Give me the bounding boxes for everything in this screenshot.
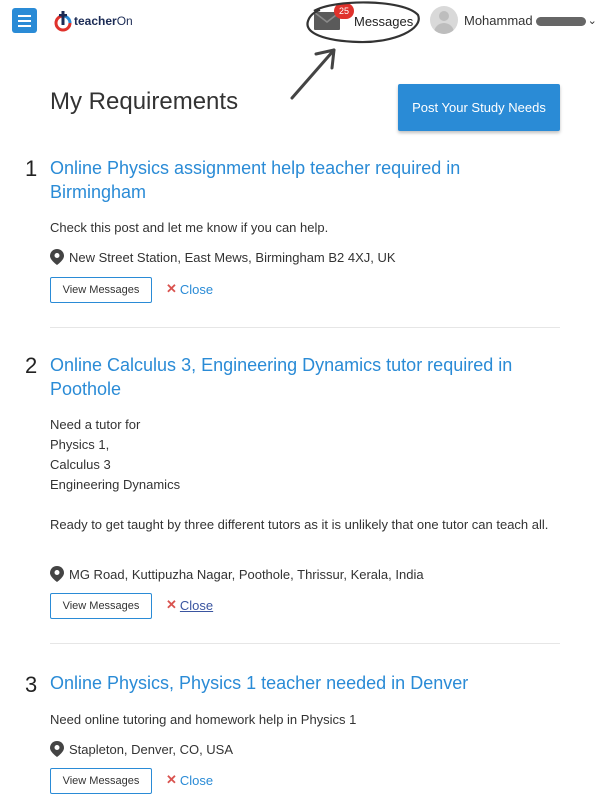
close-requirement-link[interactable]: ✕ Close — [166, 597, 213, 613]
requirement-number: 3 — [25, 672, 38, 697]
requirement-location: New Street Station, East Mews, Birmingha… — [50, 249, 396, 265]
chevron-down-icon: ⌄ — [587, 14, 597, 27]
user-menu[interactable]: Mohammad ⌄ — [430, 6, 597, 34]
top-navigation-bar: teacherOn Messages 25 Mohammad ⌄ — [0, 0, 600, 100]
map-pin-icon — [50, 249, 64, 265]
requirement-location: MG Road, Kuttipuzha Nagar, Poothole, Thr… — [50, 566, 424, 582]
close-x-icon: ✕ — [166, 597, 177, 612]
requirement-title-link[interactable]: Online Physics assignment help teacher r… — [50, 156, 550, 204]
close-label: Close — [179, 772, 214, 788]
user-avatar-icon — [430, 6, 458, 34]
menu-line-icon — [18, 24, 31, 27]
requirement-description: Need a tutor for Physics 1, Calculus 3 E… — [50, 417, 549, 532]
requirement-location: Stapleton, Denver, CO, USA — [50, 741, 233, 757]
logo-text-teacher: teacher — [74, 14, 117, 28]
map-pin-icon — [50, 741, 64, 757]
location-text: MG Road, Kuttipuzha Nagar, Poothole, Thr… — [69, 566, 424, 582]
location-text: Stapleton, Denver, CO, USA — [69, 741, 234, 757]
location-text: New Street Station, East Mews, Birmingha… — [69, 249, 396, 265]
close-label: Close — [179, 597, 214, 613]
page-title: My Requirements — [50, 88, 239, 115]
view-messages-button[interactable]: View Messages — [50, 277, 152, 303]
divider — [50, 643, 560, 644]
redacted-surname — [535, 16, 586, 26]
view-messages-button[interactable]: View Messages — [50, 593, 152, 619]
close-requirement-link[interactable]: ✕ Close — [166, 772, 213, 788]
logo-text-on: On — [116, 14, 133, 28]
user-name: Mohammad — [464, 12, 533, 28]
teacheron-logo[interactable]: teacherOn — [54, 6, 133, 36]
requirement-description: Need online tutoring and homework help i… — [50, 712, 357, 727]
requirement-description: Check this post and let me know if you c… — [50, 220, 329, 235]
hamburger-menu-button[interactable] — [12, 8, 37, 33]
menu-line-icon — [18, 19, 31, 22]
requirement-title-link[interactable]: Online Calculus 3, Engineering Dynamics … — [50, 353, 550, 401]
requirement-number: 2 — [25, 353, 38, 378]
close-label: Close — [179, 281, 214, 297]
menu-line-icon — [18, 14, 31, 17]
logo-mark-icon — [54, 11, 72, 32]
requirement-number: 1 — [25, 156, 38, 181]
map-pin-icon — [50, 566, 64, 582]
logo-wordmark: teacherOn — [74, 14, 133, 28]
requirement-title-link[interactable]: Online Physics, Physics 1 teacher needed… — [50, 671, 550, 695]
close-x-icon: ✕ — [166, 281, 177, 296]
divider — [50, 327, 560, 328]
close-requirement-link[interactable]: ✕ Close — [166, 281, 213, 297]
view-messages-button[interactable]: View Messages — [50, 768, 152, 794]
annotation-circle — [306, 1, 420, 44]
annotation-arrow-icon — [290, 48, 336, 100]
close-x-icon: ✕ — [166, 772, 177, 787]
post-study-needs-button[interactable]: Post Your Study Needs — [398, 84, 560, 131]
